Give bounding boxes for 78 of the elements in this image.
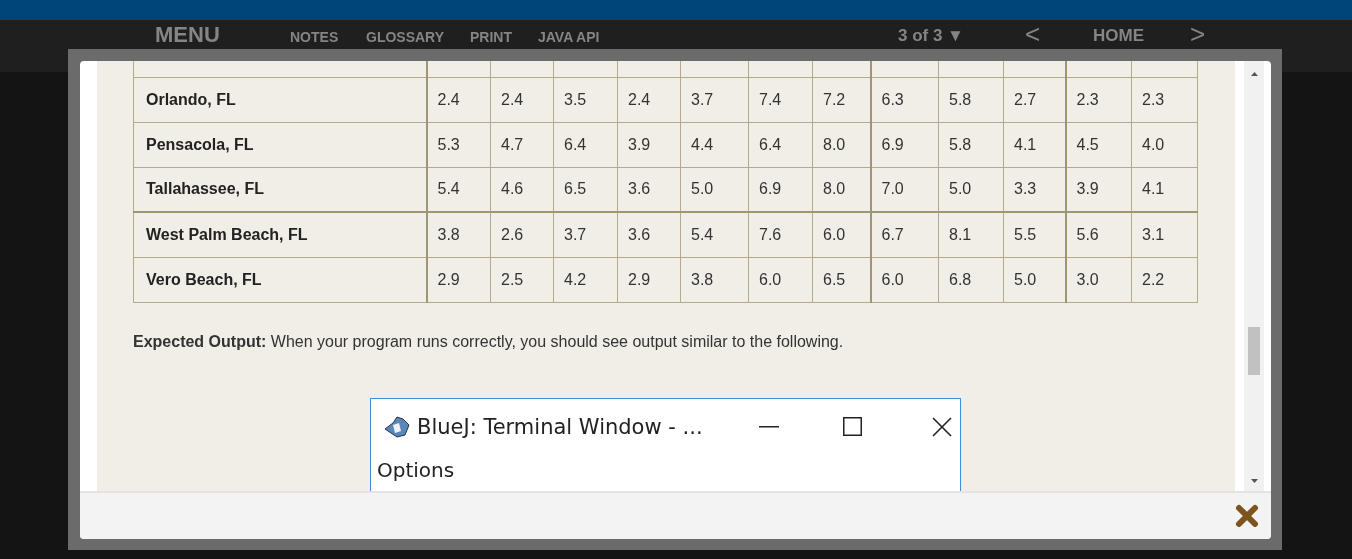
close-icon[interactable] (1235, 504, 1259, 528)
table-cell: 7.6 (748, 212, 813, 257)
table-cell (490, 61, 554, 77)
expected-output-text: Expected Output: When your program runs correctly, you should see output similar to the following. (133, 332, 845, 351)
home-link[interactable]: HOME (1093, 20, 1144, 44)
table-cell: 3.6 (617, 212, 681, 257)
table-cell: West Palm Beach, FL (133, 212, 427, 257)
page-selector[interactable]: 3 of 3 ▼ (898, 20, 964, 44)
table-cell: 3.0 (1065, 257, 1132, 302)
table-cell: 2.9 (426, 257, 491, 302)
table-cell: Tallahassee, FL (133, 167, 427, 212)
table-cell: 7.0 (870, 167, 939, 212)
table-cell: 6.0 (748, 257, 813, 302)
table-cell: 4.0 (1131, 122, 1198, 167)
table-cell: 2.4 (617, 77, 681, 122)
table-cell (938, 61, 1004, 77)
table-cell (426, 61, 491, 77)
table-cell: 5.8 (938, 122, 1004, 167)
scrollbar[interactable] (1244, 61, 1264, 491)
table-cell (748, 61, 813, 77)
table-cell: 3.8 (426, 212, 491, 257)
window-title: BlueJ: Terminal Window - ... (417, 414, 704, 439)
table-cell: Pensacola, FL (133, 122, 427, 167)
table-cell: 3.9 (617, 122, 681, 167)
table-cell (1131, 61, 1198, 77)
table-cell: Vero Beach, FL (133, 257, 427, 302)
nav-link[interactable]: GLOSSARY (366, 20, 445, 44)
table-cell (680, 61, 749, 77)
table-cell: 2.6 (490, 212, 554, 257)
table-cell: 6.3 (870, 77, 939, 122)
nav-link[interactable]: NOTES (290, 20, 339, 44)
minimize-icon (759, 425, 779, 428)
table-cell: 5.8 (938, 77, 1004, 122)
table-cell: 6.9 (870, 122, 939, 167)
scrollbar-thumb[interactable] (1248, 327, 1260, 375)
table-cell: Orlando, FL (133, 77, 427, 122)
table-cell: 2.2 (1131, 257, 1198, 302)
table-cell: 2.3 (1131, 77, 1198, 122)
table-cell: 6.0 (870, 257, 939, 302)
nav-link[interactable]: JAVA API (538, 20, 600, 44)
table-cell: 6.4 (748, 122, 813, 167)
table-cell: 3.9 (1065, 167, 1132, 212)
table-cell (870, 61, 939, 77)
table-cell: 7.4 (748, 77, 813, 122)
table-cell: 4.2 (553, 257, 618, 302)
table-cell: 3.5 (553, 77, 618, 122)
menu-link[interactable]: MENU (155, 20, 220, 46)
options-menu: Options (371, 454, 960, 485)
previous-link[interactable]: < (1025, 20, 1041, 47)
table-cell: 4.4 (680, 122, 749, 167)
scroll-down-icon[interactable] (1251, 479, 1258, 483)
table-cell: 2.5 (490, 257, 554, 302)
table-cell: 3.1 (1131, 212, 1198, 257)
table-cell: 8.1 (938, 212, 1004, 257)
table-cell: 6.4 (553, 122, 618, 167)
table-cell: 5.4 (680, 212, 749, 257)
table-cell (617, 61, 681, 77)
maximize-icon (843, 417, 862, 436)
table-cell: 2.9 (617, 257, 681, 302)
table-cell: 5.3 (426, 122, 491, 167)
table-cell: 3.8 (680, 257, 749, 302)
close-icon (932, 416, 952, 437)
table-cell: 4.5 (1065, 122, 1132, 167)
table-cell: 5.6 (1065, 212, 1132, 257)
table-cell: 2.3 (1065, 77, 1132, 122)
table-cell: 6.0 (812, 212, 871, 257)
nav-link[interactable]: PRINT (470, 20, 512, 44)
table-cell: 3.7 (680, 77, 749, 122)
next-link[interactable]: > (1190, 20, 1206, 47)
table-cell: 2.4 (490, 77, 554, 122)
table-cell: 6.8 (938, 257, 1004, 302)
table-cell (553, 61, 618, 77)
table-cell: 2.4 (426, 77, 491, 122)
table-cell: 5.5 (1003, 212, 1066, 257)
table-cell: 4.7 (490, 122, 554, 167)
table-cell (1065, 61, 1132, 77)
table-cell: 3.7 (553, 212, 618, 257)
table-cell: 6.7 (870, 212, 939, 257)
